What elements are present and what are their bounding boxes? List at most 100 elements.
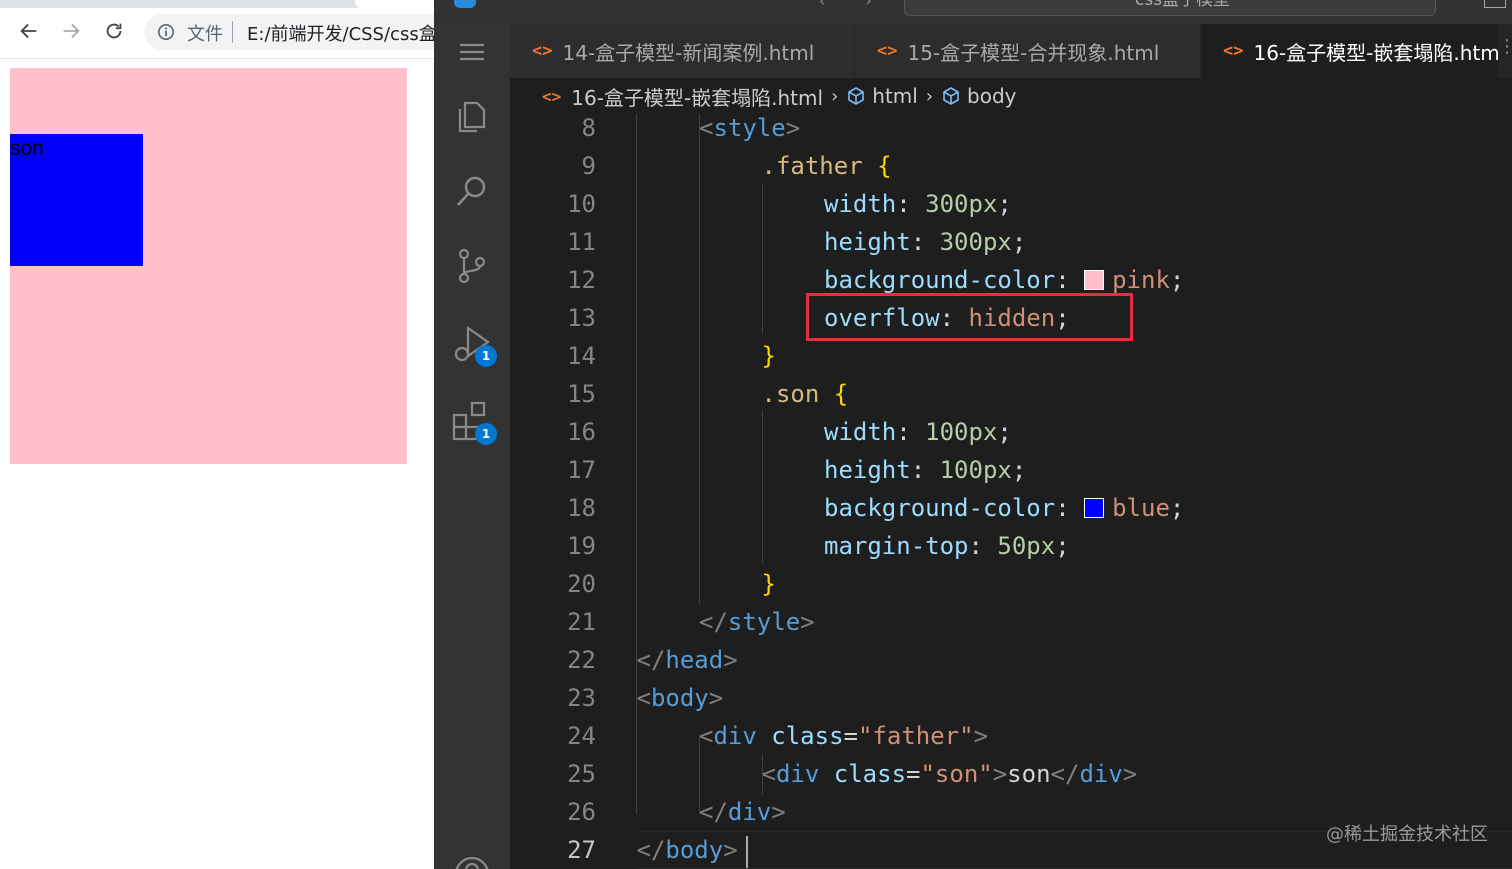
more-actions-icon[interactable]: ⋮⋮ <box>1498 36 1512 66</box>
code-line[interactable]: width: 300px; <box>824 185 1012 223</box>
code-line[interactable]: <div class="father"> <box>699 717 988 755</box>
chevron-right-icon: › <box>925 85 934 107</box>
code-token: > <box>723 646 738 674</box>
code-token: blue <box>1112 494 1170 522</box>
line-number: 21 <box>567 608 596 636</box>
breadcrumb-body[interactable]: body <box>967 84 1016 108</box>
code-token: height <box>824 228 911 256</box>
watermark: @稀土掘金技术社区 <box>1326 824 1488 845</box>
layout-icon[interactable] <box>1484 0 1506 8</box>
info-icon[interactable] <box>157 23 175 41</box>
code-line[interactable]: </div> <box>699 793 786 831</box>
nav-arrows[interactable]: ‹› <box>819 0 912 10</box>
code-token: 50px <box>997 532 1056 560</box>
search-icon <box>457 176 486 206</box>
code-token: ; <box>1169 494 1185 522</box>
tab-16-active[interactable]: <> 16-盒子模型-嵌套塌陷.html <box>1201 24 1499 78</box>
code-token: : <box>968 532 998 560</box>
color-swatch-icon[interactable] <box>1084 270 1105 290</box>
line-number: 15 <box>567 380 596 408</box>
line-number: 10 <box>567 190 596 218</box>
color-swatch-icon[interactable] <box>1084 498 1105 518</box>
code-line[interactable]: background-color: blue; <box>824 489 1184 527</box>
reload-button[interactable] <box>99 16 129 46</box>
code-token: > <box>1122 760 1138 788</box>
code-token: : <box>910 456 940 484</box>
code-line[interactable]: width: 100px; <box>824 413 1012 451</box>
reload-icon <box>106 23 122 39</box>
code-line[interactable]: .son { <box>762 375 849 413</box>
explorer-icon <box>458 101 486 133</box>
code-line[interactable]: </head> <box>637 641 738 679</box>
code-token: 300px <box>939 228 1012 256</box>
line-number: 26 <box>567 798 596 826</box>
code-token: margin-top <box>824 532 969 560</box>
code-token: > <box>708 684 724 712</box>
code-line[interactable]: </style> <box>699 603 815 641</box>
code-line[interactable]: height: 300px; <box>824 223 1026 261</box>
command-center[interactable]: css盒子模型 <box>904 0 1436 16</box>
code-token: { <box>833 380 849 408</box>
tab-14[interactable]: <> 14-盒子模型-新闻案例.html <box>510 24 855 78</box>
code-line[interactable]: } <box>762 337 776 375</box>
code-editor[interactable]: 8 9 10 11 12 13 14 15 16 17 18 19 20 21 22 23 24 25 26 27 <… <box>510 114 1512 869</box>
line-number: 24 <box>567 722 596 750</box>
line-number: 25 <box>567 760 596 788</box>
code-line[interactable]: .father { <box>762 147 892 185</box>
code-token: </ <box>636 836 666 864</box>
hamburger-menu-icon <box>460 43 484 61</box>
line-number: 22 <box>567 646 596 674</box>
line-number: 19 <box>567 532 596 560</box>
address-url[interactable]: E:/前端开发/CSS/css盒 <box>247 20 434 46</box>
search-button[interactable] <box>450 169 494 213</box>
code-line[interactable]: } <box>762 565 776 603</box>
menu-button[interactable] <box>450 30 494 74</box>
code-line[interactable]: <div class="son">son</div> <box>762 755 1138 793</box>
indent-guide <box>762 184 763 334</box>
code-token: > <box>723 836 738 864</box>
code-token: ; <box>1011 456 1027 484</box>
tab-15[interactable]: <> 15-盒子模型-合并现象.html <box>855 24 1201 78</box>
back-button[interactable] <box>14 16 44 46</box>
code-line[interactable]: margin-top: 50px; <box>824 527 1070 565</box>
html-file-icon: <> <box>877 41 898 61</box>
code-token: div <box>1079 760 1123 788</box>
code-token: < <box>636 684 651 712</box>
breadcrumb-file[interactable]: 16-盒子模型-嵌套塌陷.html <box>571 82 823 111</box>
code-line[interactable]: <style> <box>699 109 800 147</box>
code-token: = <box>843 722 858 750</box>
address-bar[interactable]: 文件 E:/前端开发/CSS/css盒 <box>144 14 434 50</box>
code-line[interactable]: </body> <box>637 831 738 869</box>
source-control-button[interactable] <box>450 244 494 288</box>
code-line[interactable]: <body> <box>637 679 724 717</box>
indent-guide <box>699 114 700 604</box>
code-token: pink <box>1112 266 1170 294</box>
code-token: div <box>775 760 820 788</box>
browser-tabstrip <box>0 0 434 8</box>
browser-active-tab-edge[interactable] <box>355 0 434 8</box>
line-number: 18 <box>567 494 596 522</box>
son-box: son <box>10 134 143 266</box>
code-token: body <box>665 836 724 864</box>
line-number: 11 <box>567 228 596 256</box>
line-number: 13 <box>567 304 596 332</box>
forward-button[interactable] <box>56 16 86 46</box>
code-token: < <box>761 760 776 788</box>
back-arrow-icon <box>20 23 37 39</box>
code-token: : <box>896 418 926 446</box>
accounts-button[interactable] <box>450 852 494 869</box>
run-debug-button[interactable]: 1 <box>450 322 497 367</box>
address-scheme-label: 文件 <box>187 24 223 45</box>
activity-bar: 1 1 <box>434 24 510 869</box>
symbol-element-icon <box>848 87 865 105</box>
extensions-button[interactable]: 1 <box>450 399 497 445</box>
explorer-button[interactable] <box>450 94 494 138</box>
father-box: son <box>10 68 407 464</box>
code-token: style <box>727 608 801 636</box>
breadcrumb-html[interactable]: html <box>872 84 918 108</box>
code-line[interactable]: height: 100px; <box>824 451 1026 489</box>
code-token: </ <box>699 798 728 826</box>
code-token: height <box>824 456 911 484</box>
